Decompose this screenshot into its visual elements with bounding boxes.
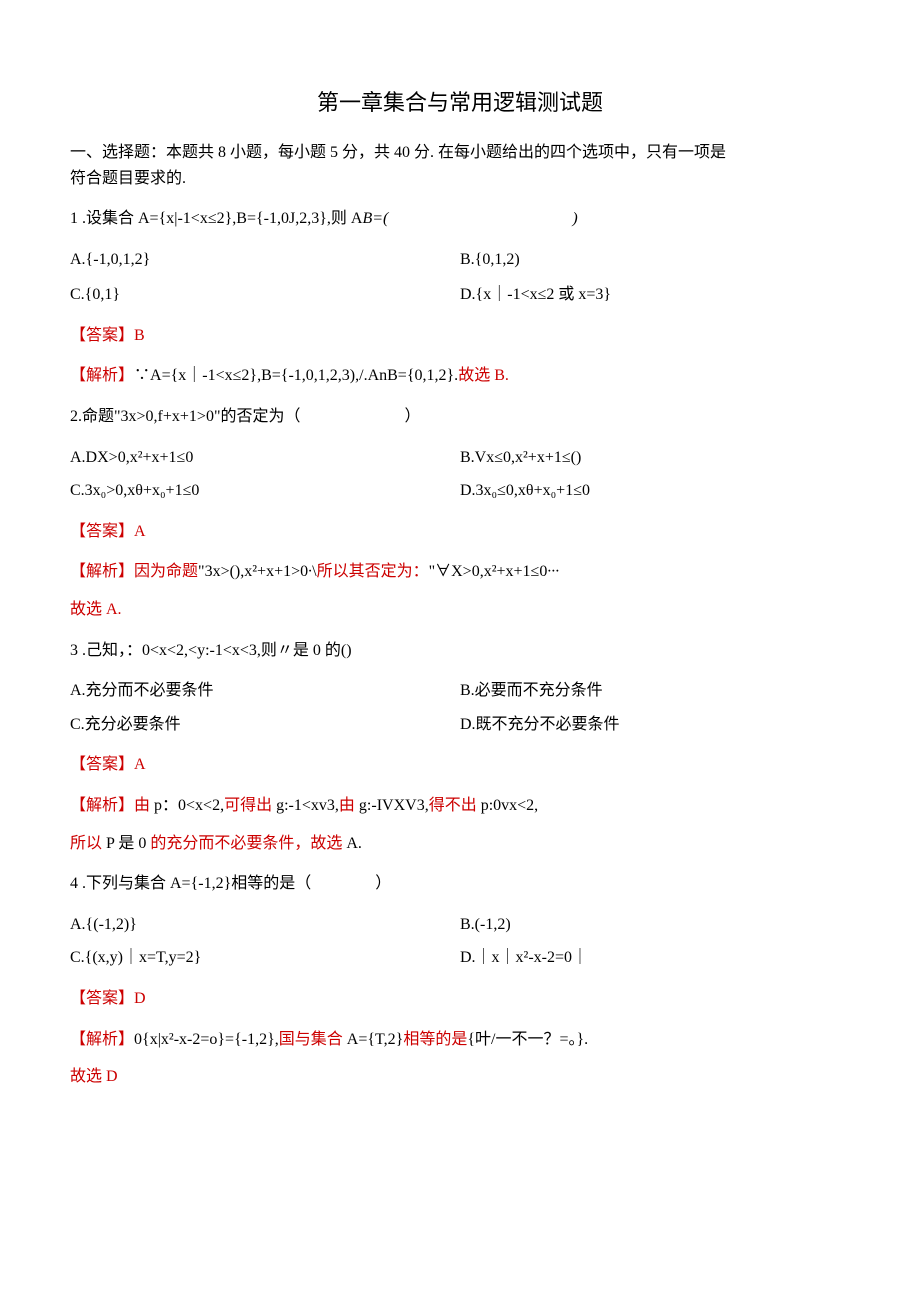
q1-options-row2: C.{0,1} D.{x｜-1<x≤2 或 x=3} bbox=[70, 282, 850, 308]
q1-options-row1: A.{-1,0,1,2} B.{0,1,2) bbox=[70, 247, 850, 273]
q3-option-d: D.既不充分不必要条件 bbox=[460, 712, 850, 738]
q3-answer-label: 【答案】 bbox=[70, 756, 134, 773]
q1-stem-italic: B=( bbox=[362, 210, 388, 227]
q3-l2-b2: A. bbox=[342, 835, 362, 852]
q1-stem-paren: ) bbox=[572, 210, 577, 227]
intro-line-1: 一、选择题：本题共 8 小题，每小题 5 分，共 40 分. 在每小题给出的四个… bbox=[70, 140, 850, 166]
q4-stem-paren: ） bbox=[375, 875, 391, 892]
q2-analysis-black2: "∀X>0,x²+x+1≤0∙∙∙ bbox=[429, 563, 560, 580]
question-3: 3 .己知，：0<x<2,<y:-1<x<3,则〃是 0 的() bbox=[70, 638, 850, 664]
q4-analysis-label: 【解析】 bbox=[70, 1031, 134, 1048]
q3-options-row2: C.充分必要条件 D.既不充分不必要条件 bbox=[70, 712, 850, 738]
question-1: 1 .设集合 A={x|-1<x≤2},B={-1,0J,2,3},则 AB=(… bbox=[70, 206, 850, 232]
q3-option-b: B.必要而不充分条件 bbox=[460, 678, 850, 704]
q4-answer-label: 【答案】 bbox=[70, 990, 134, 1007]
q2-option-d: D.3x₀≤0,xθ+x₀+1≤0 bbox=[460, 478, 850, 504]
q1-stem: 1 .设集合 A={x|-1<x≤2},B={-1,0J,2,3},则 A bbox=[70, 210, 362, 227]
q2-options-row1: A.DX>0,x²+x+1≤0 B.Vx≤0,x²+x+1≤() bbox=[70, 445, 850, 471]
q2-option-a: A.DX>0,x²+x+1≤0 bbox=[70, 445, 460, 471]
intro-line-2: 符合题目要求的. bbox=[70, 166, 850, 192]
q2-analysis-line1: 【解析】因为命题"3x>(),x²+x+1>0∙\所以其否定为："∀X>0,x²… bbox=[70, 559, 850, 585]
q2-answer-value: A bbox=[134, 523, 146, 540]
q4-option-c: C.{(x,y)｜x=T,y=2} bbox=[70, 945, 460, 971]
q2-answer: 【答案】A bbox=[70, 519, 850, 545]
q2-answer-label: 【答案】 bbox=[70, 523, 134, 540]
q3-option-c: C.充分必要条件 bbox=[70, 712, 460, 738]
question-4: 4 .下列与集合 A={-1,2}相等的是（ ） bbox=[70, 871, 850, 897]
q4-b1: 0{x|x²-x-2=o}={-1,2}, bbox=[134, 1031, 279, 1048]
q4-analysis-line1: 【解析】0{x|x²-x-2=o}={-1,2},国与集合 A={T,2}相等的… bbox=[70, 1027, 850, 1053]
q3-l2-b1: P 是 0 bbox=[102, 835, 150, 852]
q1-option-a: A.{-1,0,1,2} bbox=[70, 247, 460, 273]
q3-answer: 【答案】A bbox=[70, 752, 850, 778]
q2-analysis-black1: "3x>(),x²+x+1>0∙\ bbox=[198, 563, 317, 580]
q4-options-row2: C.{(x,y)｜x=T,y=2} D.｜x｜x²-x-2=0｜ bbox=[70, 945, 850, 971]
q2-analysis-label: 【解析】 bbox=[70, 563, 134, 580]
q1-answer-value: B bbox=[134, 327, 145, 344]
q3-b4: p:0vx<2, bbox=[477, 797, 538, 814]
q3-answer-value: A bbox=[134, 756, 146, 773]
q1-option-b: B.{0,1,2) bbox=[460, 247, 850, 273]
q1-analysis-text: ∵A={x｜-1<x≤2},B={-1,0,1,2,3),/.AnB={0,1,… bbox=[134, 367, 458, 384]
q3-r2: 可得出 bbox=[224, 797, 272, 814]
q3-analysis-label: 【解析】 bbox=[70, 797, 134, 814]
q4-answer: 【答案】D bbox=[70, 986, 850, 1012]
q2-stem: 2.命题"3x>0,f+x+1>0"的否定为（ bbox=[70, 408, 301, 425]
q4-option-a: A.{(-1,2)} bbox=[70, 912, 460, 938]
question-2: 2.命题"3x>0,f+x+1>0"的否定为（ ） bbox=[70, 404, 850, 430]
q2-option-c: C.3x₀>0,xθ+x₀+1≤0 bbox=[70, 478, 460, 504]
q2-analysis-red1: 因为命题 bbox=[134, 563, 198, 580]
q1-analysis-conclusion: 故选 B. bbox=[458, 367, 509, 384]
q3-b1: p：0<x<2, bbox=[150, 797, 224, 814]
q2-stem-paren: ） bbox=[405, 408, 421, 425]
q3-option-a: A.充分而不必要条件 bbox=[70, 678, 460, 704]
q3-b3: g:-IVXV3, bbox=[355, 797, 429, 814]
q4-option-d: D.｜x｜x²-x-2=0｜ bbox=[460, 945, 850, 971]
q1-option-c: C.{0,1} bbox=[70, 282, 460, 308]
q1-answer-label: 【答案】 bbox=[70, 327, 134, 344]
q4-r1: 国与集合 bbox=[279, 1031, 343, 1048]
q3-r3: 由 bbox=[339, 797, 355, 814]
section-intro: 一、选择题：本题共 8 小题，每小题 5 分，共 40 分. 在每小题给出的四个… bbox=[70, 140, 850, 191]
page-title: 第一章集合与常用逻辑测试题 bbox=[70, 85, 850, 120]
q3-analysis-line1: 【解析】由 p：0<x<2,可得出 g:-1<xv3,由 g:-IVXV3,得不… bbox=[70, 793, 850, 819]
q4-r2: 相等的是 bbox=[403, 1031, 467, 1048]
q4-b3: {叶/一不一？=。}. bbox=[467, 1031, 588, 1048]
q3-b2: g:-1<xv3, bbox=[272, 797, 339, 814]
q4-options-row1: A.{(-1,2)} B.(-1,2) bbox=[70, 912, 850, 938]
q1-option-d: D.{x｜-1<x≤2 或 x=3} bbox=[460, 282, 850, 308]
q3-r4: 得不出 bbox=[429, 797, 477, 814]
q3-l2-r1: 所以 bbox=[70, 835, 102, 852]
q1-analysis-label: 【解析】 bbox=[70, 367, 134, 384]
q2-analysis-line2: 故选 A. bbox=[70, 597, 850, 623]
q3-analysis-line2: 所以 P 是 0 的充分而不必要条件，故选 A. bbox=[70, 831, 850, 857]
q2-options-row2: C.3x₀>0,xθ+x₀+1≤0 D.3x₀≤0,xθ+x₀+1≤0 bbox=[70, 478, 850, 504]
q1-answer: 【答案】B bbox=[70, 323, 850, 349]
q4-analysis-line2: 故选 D bbox=[70, 1064, 850, 1090]
q4-stem: 4 .下列与集合 A={-1,2}相等的是（ bbox=[70, 875, 311, 892]
q4-b2: A={T,2} bbox=[343, 1031, 404, 1048]
q3-stem: 3 .己知，：0<x<2,<y:-1<x<3,则〃是 0 的() bbox=[70, 642, 352, 659]
q2-option-b: B.Vx≤0,x²+x+1≤() bbox=[460, 445, 850, 471]
q4-option-b: B.(-1,2) bbox=[460, 912, 850, 938]
q2-analysis-red2: 所以其否定为： bbox=[317, 563, 429, 580]
q3-r1: 由 bbox=[134, 797, 150, 814]
q4-answer-value: D bbox=[134, 990, 146, 1007]
q3-l2-r2: 的充分而不必要条件，故选 bbox=[150, 835, 342, 852]
q1-analysis: 【解析】∵A={x｜-1<x≤2},B={-1,0,1,2,3),/.AnB={… bbox=[70, 363, 850, 389]
q3-options-row1: A.充分而不必要条件 B.必要而不充分条件 bbox=[70, 678, 850, 704]
